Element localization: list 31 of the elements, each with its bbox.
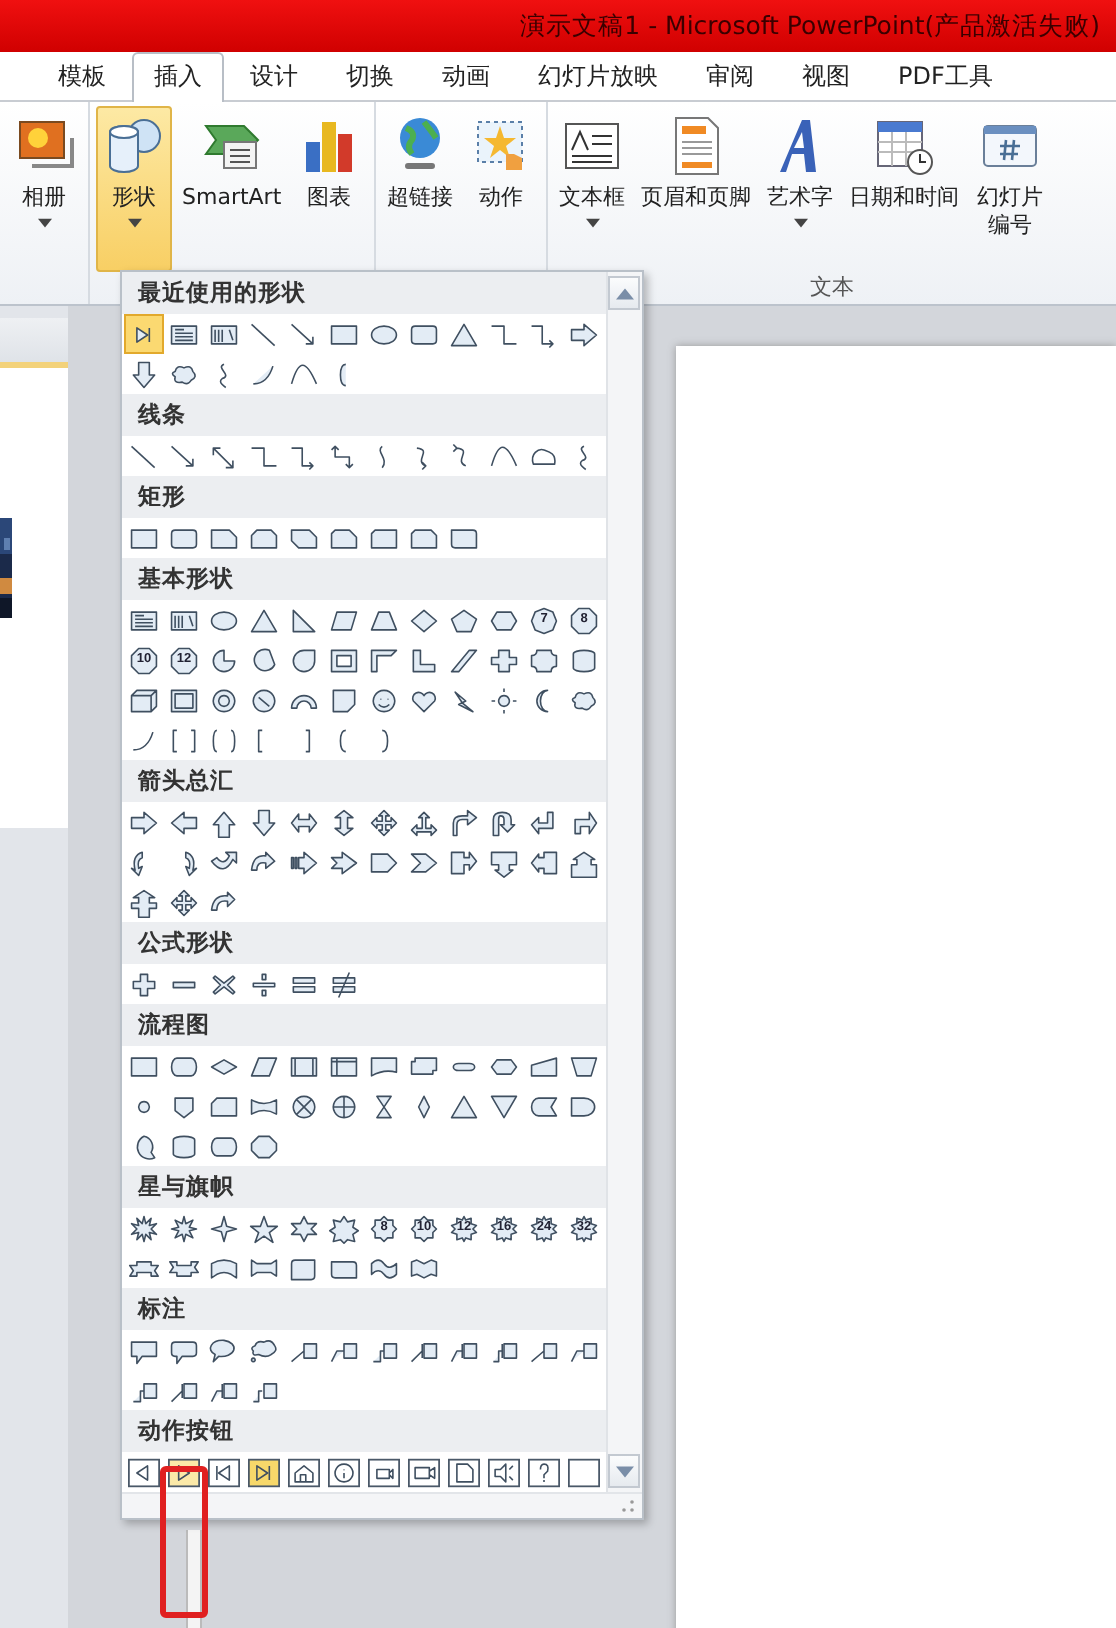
ribbon-button[interactable]: 动作 xyxy=(463,106,540,272)
ribbon-button[interactable]: 幻灯片编号 xyxy=(969,106,1052,272)
ribbon-tab[interactable]: 切换 xyxy=(324,52,416,102)
ribbon-tab[interactable]: 视图 xyxy=(780,52,872,102)
section-title: 流程图 xyxy=(138,1010,210,1040)
section-title: 星与旗帜 xyxy=(138,1172,234,1202)
ribbon-tab[interactable]: 插入 xyxy=(132,52,224,102)
ribbon-tab[interactable]: 设计 xyxy=(228,52,320,102)
section-title: 公式形状 xyxy=(138,928,234,958)
group-label: 文本 xyxy=(809,272,854,304)
ribbon-tab[interactable]: 动画 xyxy=(420,52,512,102)
ribbon-button[interactable]: 图表 xyxy=(291,106,368,272)
ribbon-button[interactable]: 日期和时间 xyxy=(843,106,966,272)
ribbon-tab[interactable]: PDF工具 xyxy=(876,52,1015,102)
ribbon-button[interactable]: 文本框 xyxy=(553,106,632,272)
ribbon-tab[interactable]: 审阅 xyxy=(684,52,776,102)
ribbon-tab[interactable]: 模板 xyxy=(36,52,128,102)
window-title: 演示文稿1 - Microsoft PowerPoint(产品激活失败) xyxy=(520,9,1100,43)
section-title: 基本形状 xyxy=(138,564,234,594)
section-title: 动作按钮 xyxy=(138,1416,234,1446)
ribbon-button[interactable]: 相册 xyxy=(6,106,82,272)
section-title: 箭头总汇 xyxy=(138,766,234,796)
section-title: 线条 xyxy=(138,400,186,430)
ribbon-button[interactable]: 超链接 xyxy=(381,106,460,272)
ribbon-button[interactable]: 形状 xyxy=(96,106,172,272)
ribbon-button[interactable]: 艺术字 xyxy=(761,106,840,272)
section-title: 矩形 xyxy=(138,482,186,512)
ribbon-tab[interactable]: 幻灯片放映 xyxy=(516,52,680,102)
ribbon-button[interactable]: 页眉和页脚 xyxy=(635,106,758,272)
section-title: 最近使用的形状 xyxy=(138,278,306,308)
section-title: 标注 xyxy=(138,1294,186,1324)
